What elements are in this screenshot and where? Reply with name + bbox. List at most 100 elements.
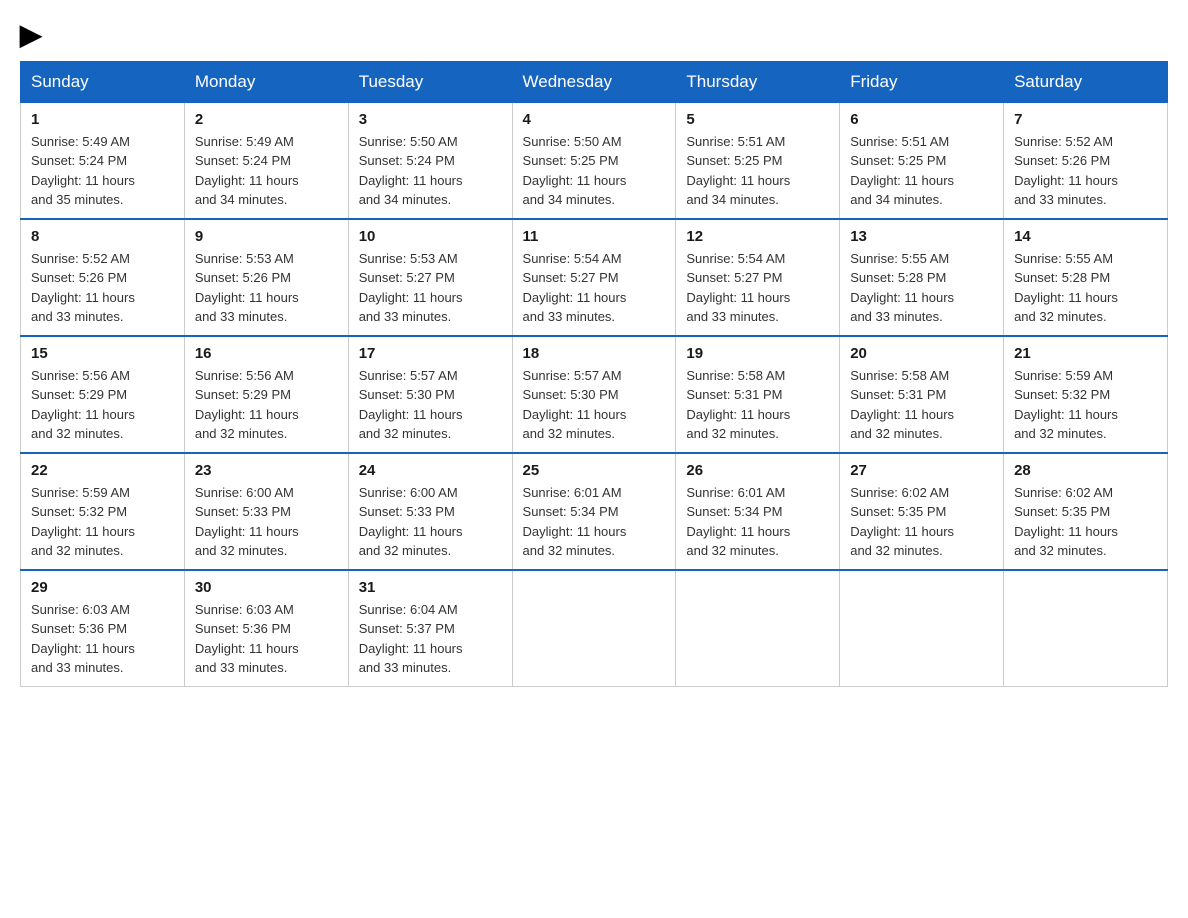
day-number: 4 [523,111,666,128]
day-number: 7 [1014,111,1157,128]
weekday-header-tuesday: Tuesday [348,61,512,102]
day-info: Sunrise: 5:51 AMSunset: 5:25 PMDaylight:… [686,134,790,208]
day-info: Sunrise: 5:55 AMSunset: 5:28 PMDaylight:… [850,251,954,325]
weekday-header-thursday: Thursday [676,61,840,102]
day-info: Sunrise: 5:59 AMSunset: 5:32 PMDaylight:… [31,485,135,559]
calendar-cell: 28 Sunrise: 6:02 AMSunset: 5:35 PMDaylig… [1004,453,1168,570]
calendar-cell: 22 Sunrise: 5:59 AMSunset: 5:32 PMDaylig… [21,453,185,570]
day-number: 22 [31,462,174,479]
day-number: 18 [523,345,666,362]
week-row-1: 1 Sunrise: 5:49 AMSunset: 5:24 PMDayligh… [21,102,1168,219]
weekday-header-saturday: Saturday [1004,61,1168,102]
calendar-cell [676,570,840,687]
calendar-cell [840,570,1004,687]
calendar-cell: 12 Sunrise: 5:54 AMSunset: 5:27 PMDaylig… [676,219,840,336]
day-number: 19 [686,345,829,362]
calendar-cell: 15 Sunrise: 5:56 AMSunset: 5:29 PMDaylig… [21,336,185,453]
day-number: 29 [31,579,174,596]
week-row-2: 8 Sunrise: 5:52 AMSunset: 5:26 PMDayligh… [21,219,1168,336]
day-info: Sunrise: 6:01 AMSunset: 5:34 PMDaylight:… [686,485,790,559]
day-info: Sunrise: 5:53 AMSunset: 5:26 PMDaylight:… [195,251,299,325]
day-number: 28 [1014,462,1157,479]
day-number: 2 [195,111,338,128]
calendar-cell: 5 Sunrise: 5:51 AMSunset: 5:25 PMDayligh… [676,102,840,219]
week-row-4: 22 Sunrise: 5:59 AMSunset: 5:32 PMDaylig… [21,453,1168,570]
day-info: Sunrise: 5:50 AMSunset: 5:25 PMDaylight:… [523,134,627,208]
day-info: Sunrise: 5:55 AMSunset: 5:28 PMDaylight:… [1014,251,1118,325]
day-number: 10 [359,228,502,245]
day-number: 17 [359,345,502,362]
weekday-header-friday: Friday [840,61,1004,102]
day-info: Sunrise: 5:49 AMSunset: 5:24 PMDaylight:… [31,134,135,208]
calendar-cell: 20 Sunrise: 5:58 AMSunset: 5:31 PMDaylig… [840,336,1004,453]
logo: ▶ [20,20,42,51]
calendar-cell: 2 Sunrise: 5:49 AMSunset: 5:24 PMDayligh… [184,102,348,219]
day-number: 31 [359,579,502,596]
day-number: 6 [850,111,993,128]
day-number: 20 [850,345,993,362]
day-number: 12 [686,228,829,245]
day-info: Sunrise: 6:04 AMSunset: 5:37 PMDaylight:… [359,602,463,676]
calendar-cell: 17 Sunrise: 5:57 AMSunset: 5:30 PMDaylig… [348,336,512,453]
week-row-3: 15 Sunrise: 5:56 AMSunset: 5:29 PMDaylig… [21,336,1168,453]
day-info: Sunrise: 5:50 AMSunset: 5:24 PMDaylight:… [359,134,463,208]
calendar-cell [1004,570,1168,687]
calendar-cell: 30 Sunrise: 6:03 AMSunset: 5:36 PMDaylig… [184,570,348,687]
day-number: 21 [1014,345,1157,362]
day-number: 27 [850,462,993,479]
calendar-cell: 21 Sunrise: 5:59 AMSunset: 5:32 PMDaylig… [1004,336,1168,453]
calendar-table: SundayMondayTuesdayWednesdayThursdayFrid… [20,61,1168,687]
calendar-cell: 14 Sunrise: 5:55 AMSunset: 5:28 PMDaylig… [1004,219,1168,336]
day-info: Sunrise: 6:02 AMSunset: 5:35 PMDaylight:… [1014,485,1118,559]
day-info: Sunrise: 5:52 AMSunset: 5:26 PMDaylight:… [1014,134,1118,208]
calendar-cell: 18 Sunrise: 5:57 AMSunset: 5:30 PMDaylig… [512,336,676,453]
day-number: 11 [523,228,666,245]
weekday-header-wednesday: Wednesday [512,61,676,102]
calendar-cell: 10 Sunrise: 5:53 AMSunset: 5:27 PMDaylig… [348,219,512,336]
calendar-cell: 31 Sunrise: 6:04 AMSunset: 5:37 PMDaylig… [348,570,512,687]
weekday-header-sunday: Sunday [21,61,185,102]
day-number: 16 [195,345,338,362]
day-info: Sunrise: 6:03 AMSunset: 5:36 PMDaylight:… [195,602,299,676]
day-info: Sunrise: 5:54 AMSunset: 5:27 PMDaylight:… [523,251,627,325]
calendar-cell: 26 Sunrise: 6:01 AMSunset: 5:34 PMDaylig… [676,453,840,570]
page-header: ▶ [20,20,1168,51]
day-number: 26 [686,462,829,479]
calendar-cell: 1 Sunrise: 5:49 AMSunset: 5:24 PMDayligh… [21,102,185,219]
day-number: 15 [31,345,174,362]
day-number: 3 [359,111,502,128]
day-info: Sunrise: 6:02 AMSunset: 5:35 PMDaylight:… [850,485,954,559]
day-info: Sunrise: 5:51 AMSunset: 5:25 PMDaylight:… [850,134,954,208]
calendar-cell: 6 Sunrise: 5:51 AMSunset: 5:25 PMDayligh… [840,102,1004,219]
calendar-cell: 23 Sunrise: 6:00 AMSunset: 5:33 PMDaylig… [184,453,348,570]
calendar-cell: 29 Sunrise: 6:03 AMSunset: 5:36 PMDaylig… [21,570,185,687]
calendar-cell: 7 Sunrise: 5:52 AMSunset: 5:26 PMDayligh… [1004,102,1168,219]
day-number: 14 [1014,228,1157,245]
calendar-cell: 3 Sunrise: 5:50 AMSunset: 5:24 PMDayligh… [348,102,512,219]
day-info: Sunrise: 6:03 AMSunset: 5:36 PMDaylight:… [31,602,135,676]
day-info: Sunrise: 5:58 AMSunset: 5:31 PMDaylight:… [686,368,790,442]
day-info: Sunrise: 5:59 AMSunset: 5:32 PMDaylight:… [1014,368,1118,442]
calendar-cell: 19 Sunrise: 5:58 AMSunset: 5:31 PMDaylig… [676,336,840,453]
day-info: Sunrise: 6:01 AMSunset: 5:34 PMDaylight:… [523,485,627,559]
day-number: 30 [195,579,338,596]
day-info: Sunrise: 5:57 AMSunset: 5:30 PMDaylight:… [523,368,627,442]
day-info: Sunrise: 5:57 AMSunset: 5:30 PMDaylight:… [359,368,463,442]
calendar-cell: 8 Sunrise: 5:52 AMSunset: 5:26 PMDayligh… [21,219,185,336]
day-number: 24 [359,462,502,479]
calendar-cell: 13 Sunrise: 5:55 AMSunset: 5:28 PMDaylig… [840,219,1004,336]
day-number: 1 [31,111,174,128]
day-info: Sunrise: 5:54 AMSunset: 5:27 PMDaylight:… [686,251,790,325]
day-info: Sunrise: 6:00 AMSunset: 5:33 PMDaylight:… [359,485,463,559]
calendar-cell: 16 Sunrise: 5:56 AMSunset: 5:29 PMDaylig… [184,336,348,453]
calendar-cell: 11 Sunrise: 5:54 AMSunset: 5:27 PMDaylig… [512,219,676,336]
day-number: 5 [686,111,829,128]
day-number: 8 [31,228,174,245]
day-info: Sunrise: 5:56 AMSunset: 5:29 PMDaylight:… [195,368,299,442]
day-info: Sunrise: 5:49 AMSunset: 5:24 PMDaylight:… [195,134,299,208]
day-number: 13 [850,228,993,245]
calendar-cell [512,570,676,687]
day-info: Sunrise: 5:52 AMSunset: 5:26 PMDaylight:… [31,251,135,325]
day-info: Sunrise: 5:58 AMSunset: 5:31 PMDaylight:… [850,368,954,442]
day-number: 9 [195,228,338,245]
